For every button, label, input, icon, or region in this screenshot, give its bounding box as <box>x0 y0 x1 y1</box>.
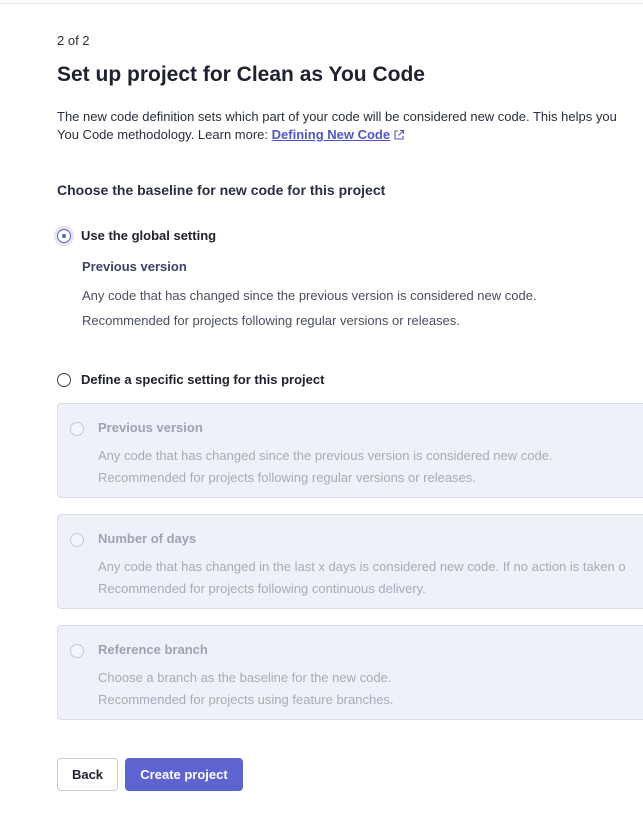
radio-disabled-icon <box>70 644 84 658</box>
intro-line-2: You Code methodology. Learn more: Defini… <box>57 126 617 146</box>
use-global-setting-label: Use the global setting <box>81 228 217 243</box>
option-recommendation: Recommended for projects following regul… <box>98 470 476 485</box>
radio-selected-icon[interactable] <box>57 228 71 243</box>
option-card-number-of-days: Number of days Any code that has changed… <box>57 514 643 609</box>
define-specific-setting-radio[interactable]: Define a specific setting for this proje… <box>57 372 324 387</box>
defining-new-code-link[interactable]: Defining New Code <box>272 127 390 142</box>
intro-line-2-text: You Code methodology. Learn more: <box>57 127 272 142</box>
global-setting-recommendation: Recommended for projects following regul… <box>82 313 460 328</box>
external-link-icon[interactable] <box>393 128 405 146</box>
step-indicator: 2 of 2 <box>57 33 90 48</box>
global-setting-description: Any code that has changed since the prev… <box>82 288 537 303</box>
baseline-section-label: Choose the baseline for new code for thi… <box>57 182 386 198</box>
option-card-reference-branch: Reference branch Choose a branch as the … <box>57 625 643 720</box>
intro-text: The new code definition sets which part … <box>57 108 617 146</box>
option-name: Previous version <box>98 420 203 435</box>
create-project-button[interactable]: Create project <box>125 758 243 791</box>
top-divider <box>0 3 643 4</box>
radio-disabled-icon <box>70 533 84 547</box>
option-recommendation: Recommended for projects following conti… <box>98 581 426 596</box>
option-description: Any code that has changed in the last x … <box>98 559 626 574</box>
option-name: Number of days <box>98 531 197 546</box>
radio-unselected-icon[interactable] <box>57 372 71 387</box>
option-description: Choose a branch as the baseline for the … <box>98 670 392 685</box>
global-setting-detail: Previous version Any code that has chang… <box>82 259 537 333</box>
global-setting-name: Previous version <box>82 259 187 274</box>
use-global-setting-radio[interactable]: Use the global setting <box>57 228 216 243</box>
option-name: Reference branch <box>98 642 208 657</box>
back-button[interactable]: Back <box>57 758 118 791</box>
define-specific-setting-label: Define a specific setting for this proje… <box>81 372 325 387</box>
option-description: Any code that has changed since the prev… <box>98 448 553 463</box>
intro-line-1: The new code definition sets which part … <box>57 109 617 124</box>
page-title: Set up project for Clean as You Code <box>57 63 425 86</box>
option-card-previous-version: Previous version Any code that has chang… <box>57 403 643 498</box>
radio-disabled-icon <box>70 422 84 436</box>
option-recommendation: Recommended for projects using feature b… <box>98 692 394 707</box>
